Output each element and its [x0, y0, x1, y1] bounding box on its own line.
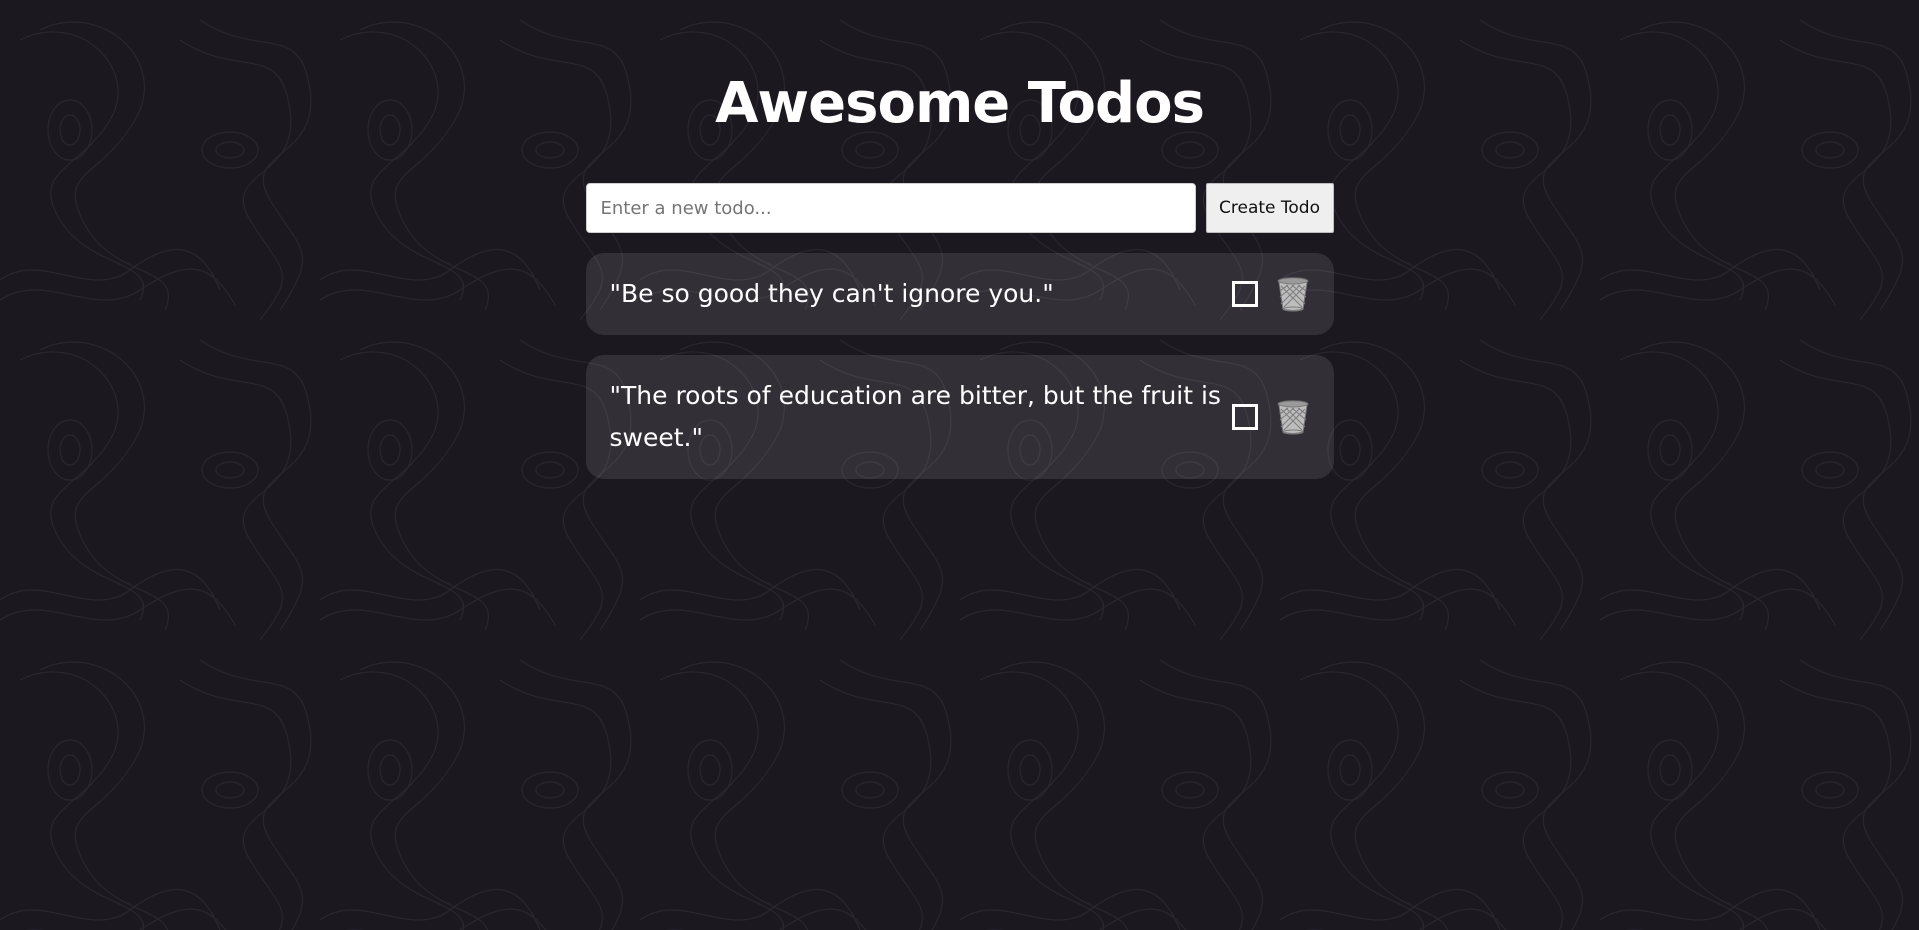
new-todo-form: Create Todo — [585, 183, 1334, 233]
app-container: Awesome Todos Create Todo "Be so good th… — [585, 0, 1334, 479]
todo-text: "The roots of education are bitter, but … — [609, 381, 1221, 452]
new-todo-input[interactable] — [585, 183, 1196, 233]
create-todo-button[interactable]: Create Todo — [1205, 183, 1334, 233]
todo-list: "Be so good they can't ignore you." "The… — [585, 253, 1334, 479]
todo-text: "Be so good they can't ignore you." — [609, 279, 1054, 308]
wastebasket-icon[interactable] — [1276, 399, 1310, 435]
checkbox-icon[interactable] — [1231, 404, 1258, 430]
wastebasket-icon[interactable] — [1276, 276, 1310, 312]
todo-item: "Be so good they can't ignore you." — [585, 253, 1334, 335]
todo-actions — [1231, 276, 1310, 312]
todo-item: "The roots of education are bitter, but … — [585, 355, 1334, 479]
page-title: Awesome Todos — [715, 71, 1205, 136]
checkbox-icon[interactable] — [1231, 281, 1258, 307]
todo-actions — [1231, 399, 1310, 435]
